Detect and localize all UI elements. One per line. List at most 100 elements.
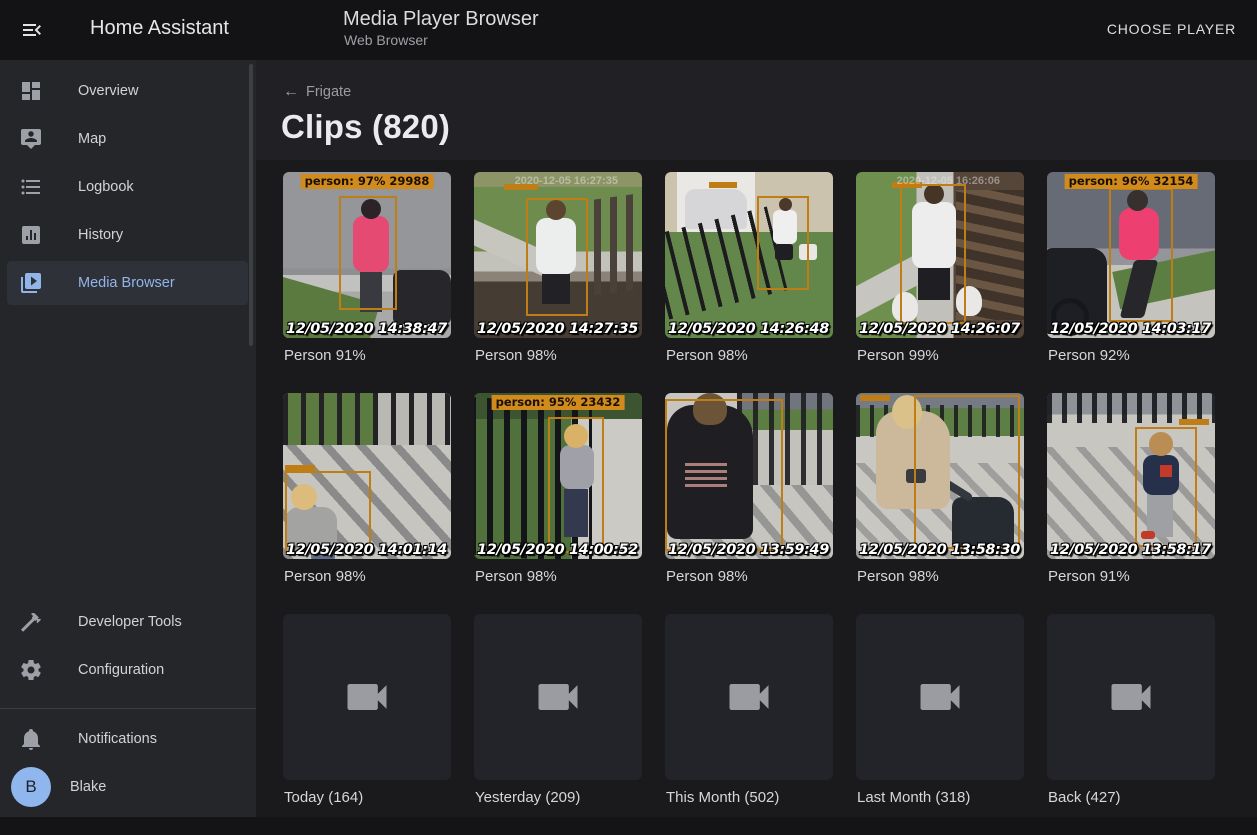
- detection-box: [665, 399, 783, 551]
- folder-tile[interactable]: [856, 614, 1024, 780]
- scene-shape: [956, 190, 1024, 320]
- detection-label: person: 96% 32154: [1065, 174, 1198, 189]
- clip-card[interactable]: 2020-12-05 16:27:35 12/05/2020 14:27:35 …: [474, 172, 642, 393]
- clip-label: Person 91%: [1048, 568, 1215, 586]
- folder-card-yesterday[interactable]: Yesterday (209): [474, 614, 642, 835]
- sidebar-item-label: Media Browser: [78, 275, 175, 291]
- clip-card[interactable]: person: 97% 29988 12/05/2020 14:38:47 Pe…: [283, 172, 451, 393]
- item-highlight: [7, 117, 248, 161]
- bell-icon: [19, 727, 43, 751]
- folder-label: Yesterday (209): [475, 789, 642, 807]
- folder-tile[interactable]: [474, 614, 642, 780]
- clip-thumbnail[interactable]: 12/05/2020 13:59:49: [665, 393, 833, 559]
- breadcrumb-back[interactable]: ← Frigate: [283, 83, 351, 101]
- page-header-subtitle: Web Browser: [344, 32, 428, 48]
- sidebar-item-overview[interactable]: Overview: [0, 67, 256, 115]
- clip-card[interactable]: person: 96% 32154 12/05/2020 14:03:17 Pe…: [1047, 172, 1215, 393]
- avatar: B: [11, 767, 51, 807]
- clip-card[interactable]: 12/05/2020 13:59:49 Person 98%: [665, 393, 833, 614]
- folder-tile[interactable]: [665, 614, 833, 780]
- clip-card[interactable]: 12/05/2020 13:58:30 Person 98%: [856, 393, 1024, 614]
- folder-label: This Month (502): [666, 789, 833, 807]
- sidebar-item-notifications[interactable]: Notifications: [0, 715, 256, 763]
- sidebar-item-logbook[interactable]: Logbook: [0, 163, 256, 211]
- sidebar-item-label: Logbook: [78, 179, 134, 195]
- clip-label: Person 92%: [1048, 347, 1215, 365]
- clip-thumbnail[interactable]: 12/05/2020 13:58:17: [1047, 393, 1215, 559]
- video-camera-icon: [341, 671, 393, 723]
- tooltip-account-icon: [19, 127, 43, 151]
- clip-card[interactable]: 2020-12-05 16:26:06 12/05/2020 14:26:07 …: [856, 172, 1024, 393]
- clip-thumbnail[interactable]: person: 96% 32154 12/05/2020 14:03:17: [1047, 172, 1215, 338]
- chart-box-icon: [19, 223, 43, 247]
- detection-box: [548, 417, 604, 553]
- detection-box: [900, 184, 966, 324]
- scene-shape: [393, 270, 451, 324]
- detection-box: [339, 196, 397, 310]
- ghost-timestamp: 2020-12-05 16:26:06: [897, 175, 1000, 187]
- top-app-bar: Home Assistant Media Player Browser Web …: [0, 0, 1257, 60]
- video-camera-icon: [1105, 671, 1157, 723]
- clip-label: Person 98%: [475, 347, 642, 365]
- video-camera-icon: [532, 671, 584, 723]
- folder-card-last-month[interactable]: Last Month (318): [856, 614, 1024, 835]
- clip-thumbnail[interactable]: 12/05/2020 13:58:30: [856, 393, 1024, 559]
- sidebar-item-map[interactable]: Map: [0, 115, 256, 163]
- page-title: Clips (820): [281, 108, 450, 146]
- breadcrumb-label: Frigate: [306, 84, 351, 100]
- folder-label: Back (427): [1048, 789, 1215, 807]
- sidebar-item-label: Map: [78, 131, 106, 147]
- detection-label: person: 97% 29988: [301, 174, 434, 189]
- menu-open-icon[interactable]: [20, 18, 44, 42]
- sidebar-item-user-profile[interactable]: B Blake: [0, 763, 256, 811]
- clip-thumbnail[interactable]: 12/05/2020 14:26:48: [665, 172, 833, 338]
- scene-shape: [594, 192, 642, 295]
- clip-thumbnail[interactable]: person: 97% 29988 12/05/2020 14:38:47: [283, 172, 451, 338]
- hammer-icon: [19, 610, 43, 634]
- detection-box: [285, 471, 371, 553]
- format-list-bulleted-icon: [19, 175, 43, 199]
- clips-grid: person: 97% 29988 12/05/2020 14:38:47 Pe…: [256, 160, 1257, 835]
- sidebar-item-developer-tools[interactable]: Developer Tools: [0, 598, 256, 646]
- clip-thumbnail[interactable]: 2020-12-05 16:26:06 12/05/2020 14:26:07: [856, 172, 1024, 338]
- clip-label: Person 98%: [666, 568, 833, 586]
- clip-thumbnail[interactable]: person: 95% 23432 12/05/2020 14:00:52: [474, 393, 642, 559]
- sidebar-nav: Overview Map Logbook History: [0, 60, 256, 307]
- sidebar-spacer: [0, 307, 256, 598]
- clip-timestamp-overlay: 12/05/2020 13:58:30: [859, 542, 1020, 558]
- video-camera-icon: [914, 671, 966, 723]
- sidebar-item-history[interactable]: History: [0, 211, 256, 259]
- sidebar-item-label: Developer Tools: [78, 614, 182, 630]
- clip-timestamp-overlay: 12/05/2020 14:27:35: [477, 321, 638, 337]
- clip-timestamp-overlay: 12/05/2020 14:01:14: [286, 542, 447, 558]
- folder-card-back[interactable]: Back (427): [1047, 614, 1215, 835]
- media-browser-content: person: 97% 29988 12/05/2020 14:38:47 Pe…: [256, 160, 1257, 817]
- ghost-timestamp: 2020-12-05 16:27:35: [515, 175, 618, 187]
- clip-card[interactable]: 12/05/2020 14:01:14 Person 98%: [283, 393, 451, 614]
- clip-timestamp-overlay: 12/05/2020 14:00:52: [477, 542, 638, 558]
- choose-player-button[interactable]: CHOOSE PLAYER: [1107, 21, 1236, 37]
- folder-tile[interactable]: [283, 614, 451, 780]
- sidebar-item-configuration[interactable]: Configuration: [0, 646, 256, 694]
- clip-thumbnail[interactable]: 12/05/2020 14:01:14: [283, 393, 451, 559]
- play-box-multiple-icon: [19, 271, 43, 295]
- detection-label: person: 95% 23432: [492, 395, 625, 410]
- folder-tile[interactable]: [1047, 614, 1215, 780]
- scene-shape: [283, 393, 451, 445]
- clip-label: Person 98%: [857, 568, 1024, 586]
- clip-thumbnail[interactable]: 2020-12-05 16:27:35 12/05/2020 14:27:35: [474, 172, 642, 338]
- sidebar-item-label: History: [78, 227, 123, 243]
- clip-card[interactable]: person: 95% 23432 12/05/2020 14:00:52 Pe…: [474, 393, 642, 614]
- clip-card[interactable]: 12/05/2020 14:26:48 Person 98%: [665, 172, 833, 393]
- sidebar-item-media-browser[interactable]: Media Browser: [0, 259, 256, 307]
- clip-label: Person 91%: [284, 347, 451, 365]
- clip-card[interactable]: 12/05/2020 13:58:17 Person 91%: [1047, 393, 1215, 614]
- clip-timestamp-overlay: 12/05/2020 14:03:17: [1050, 321, 1211, 337]
- user-name-label: Blake: [70, 779, 106, 795]
- page-header-title: Media Player Browser: [343, 8, 539, 31]
- sidebar-scrollbar[interactable]: [249, 64, 253, 346]
- folder-card-today[interactable]: Today (164): [283, 614, 451, 835]
- detection-box: [1135, 427, 1197, 547]
- folder-card-this-month[interactable]: This Month (502): [665, 614, 833, 835]
- clip-timestamp-overlay: 12/05/2020 14:38:47: [286, 321, 447, 337]
